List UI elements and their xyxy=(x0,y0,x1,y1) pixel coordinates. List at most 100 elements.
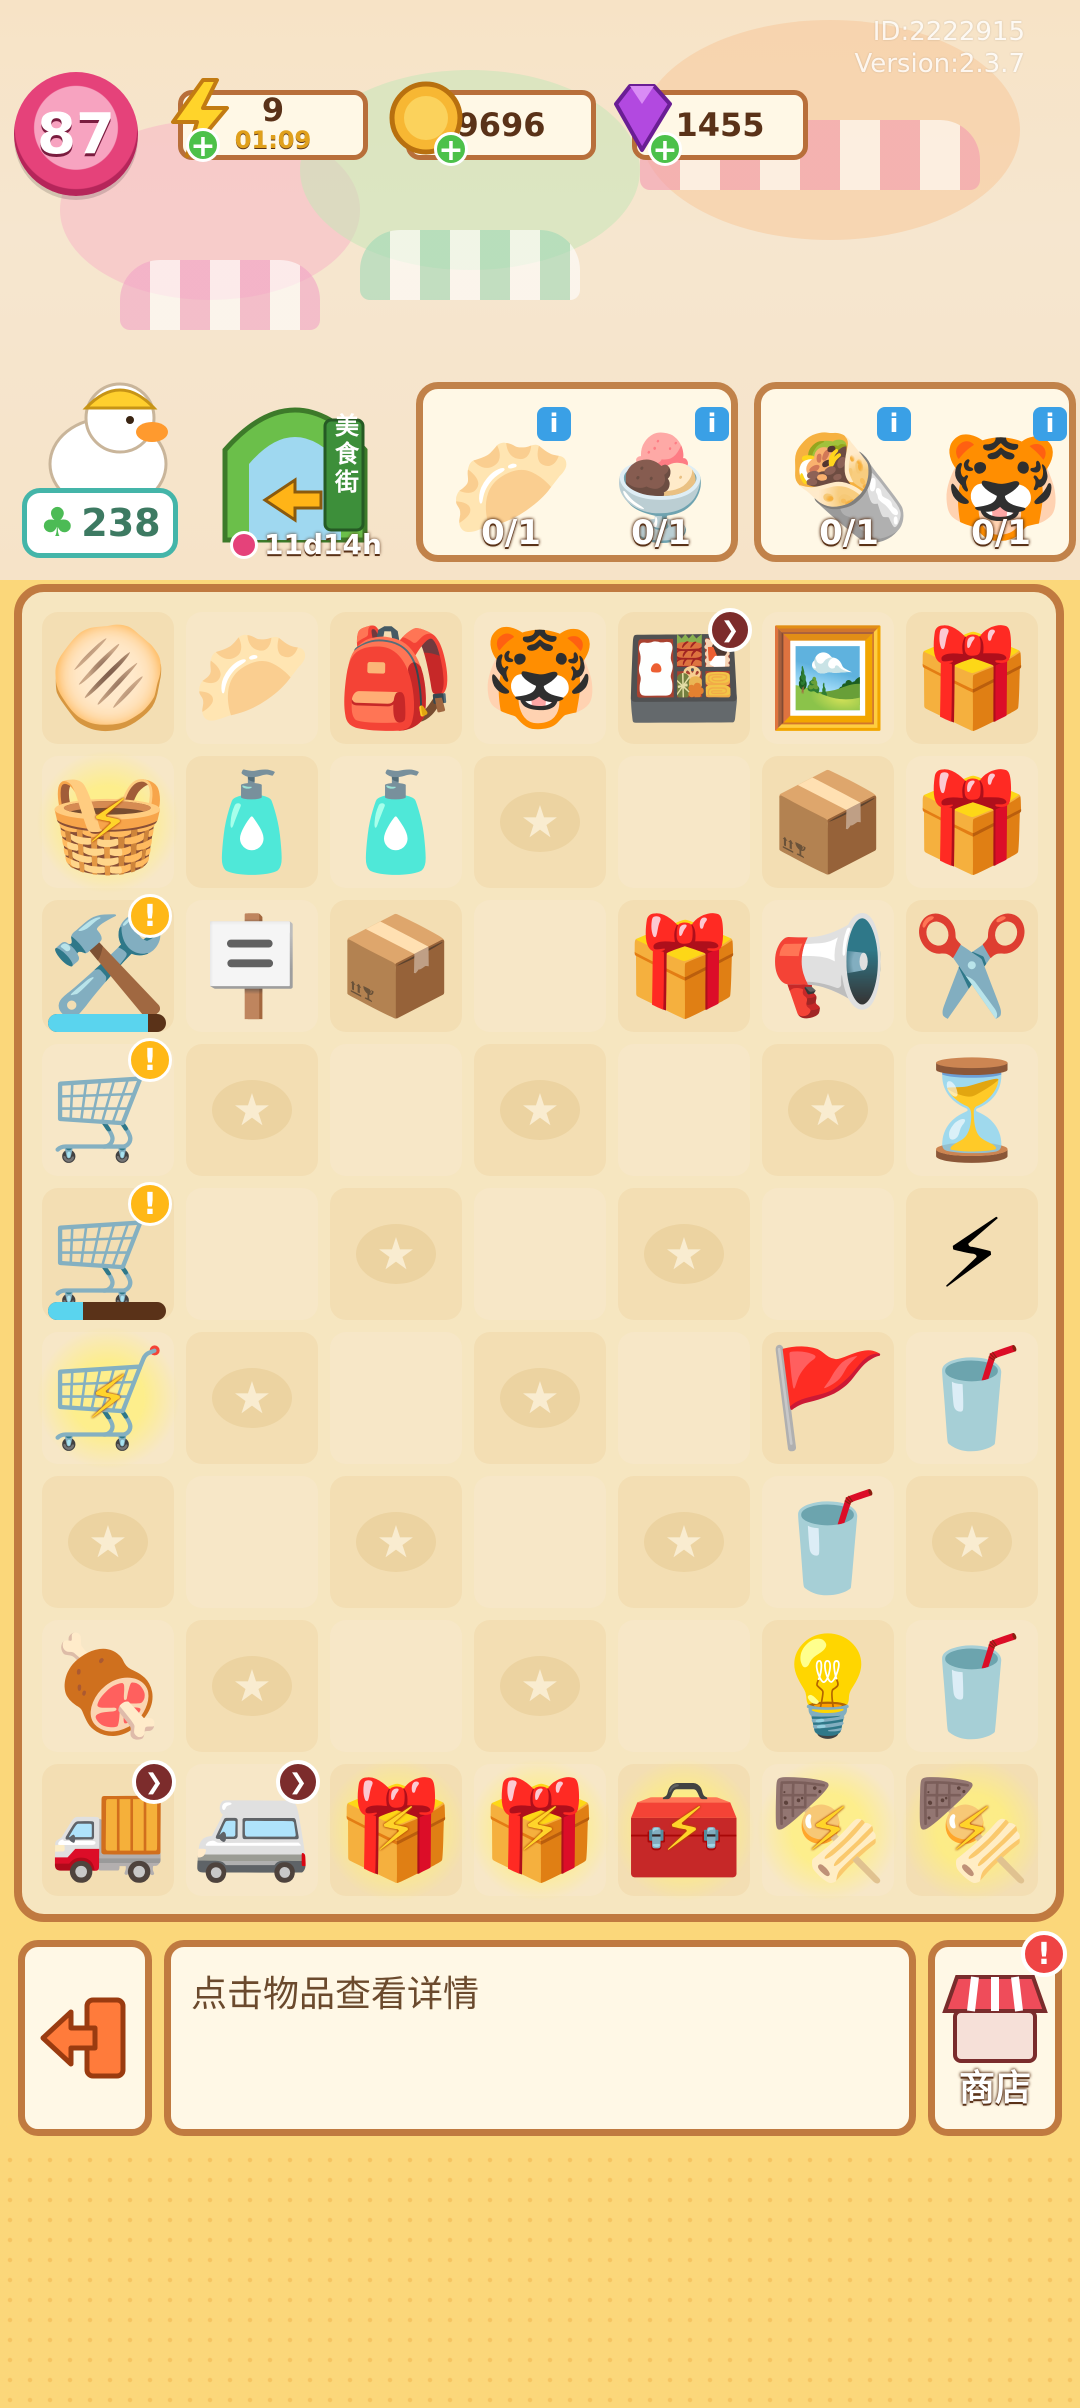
hourglass-bubble-icon: ⏳ xyxy=(912,1054,1032,1166)
board-cell xyxy=(324,1326,468,1470)
board-cell[interactable]: 📦 xyxy=(756,750,900,894)
level-badge[interactable]: 87 xyxy=(14,72,138,196)
board-cell[interactable]: 🫓 xyxy=(36,606,180,750)
board-cell[interactable]: 🛒! xyxy=(36,1182,180,1326)
energy-bubble-icon: ⚡ xyxy=(938,1198,1006,1310)
cell-tile xyxy=(618,1044,750,1176)
order-card-2[interactable]: 🌯 0/1 i 🐯 0/1 i xyxy=(754,382,1076,562)
sundae-cup-icon: 🥤 xyxy=(912,1630,1032,1742)
board-cell[interactable]: 🧴 xyxy=(324,750,468,894)
board-cell[interactable]: ⚡ xyxy=(900,1182,1044,1326)
board-cell[interactable]: 🍢 ⚡ xyxy=(900,1758,1044,1902)
board-cell[interactable]: 🚚 ❯ xyxy=(36,1758,180,1902)
order-card-1[interactable]: 🥟 0/1 i 🍨 0/1 i xyxy=(416,382,738,562)
board-cell xyxy=(324,1038,468,1182)
board-cell[interactable]: 🎁 xyxy=(900,606,1044,750)
board-cell[interactable]: 🎁 xyxy=(612,894,756,1038)
charge-progress-bar xyxy=(48,1302,166,1320)
board-cell[interactable]: 🪧 xyxy=(180,894,324,1038)
empty-slot-star-icon: ★ xyxy=(356,1224,436,1284)
board-cell[interactable]: 🥤 xyxy=(900,1326,1044,1470)
board-cell[interactable]: 🥤 xyxy=(900,1614,1044,1758)
empty-slot-star-icon: ★ xyxy=(500,1656,580,1716)
board-cell[interactable]: 🚐 ❯ xyxy=(180,1758,324,1902)
board-cell[interactable]: 🎒 xyxy=(324,606,468,750)
cell-tile xyxy=(618,1332,750,1464)
scissors-bubble-icon: ✂️ xyxy=(912,910,1032,1022)
board-cell[interactable]: 🥟 xyxy=(180,606,324,750)
player-info: ID:2222915 Version:2.3.7 xyxy=(854,16,1025,80)
clover-counter[interactable]: ♣ 238 xyxy=(22,488,178,558)
cell-tile xyxy=(330,1620,462,1752)
bottom-background xyxy=(0,2150,1080,2408)
board-cell[interactable]: 🛠️! xyxy=(36,894,180,1038)
clock-icon: ❯ xyxy=(276,1760,320,1804)
empty-slot-star-icon: ★ xyxy=(500,1368,580,1428)
board-cell[interactable]: 🎁 ⚡ xyxy=(468,1758,612,1902)
empty-slot-star-icon: ★ xyxy=(500,792,580,852)
board-cell[interactable]: 🧴 xyxy=(180,750,324,894)
clover-value: 238 xyxy=(81,501,161,545)
charge-progress-bar xyxy=(48,1014,166,1032)
tiger-plush-icon: 🐯 xyxy=(480,622,600,734)
board-cell[interactable]: 🍢 ⚡ xyxy=(756,1758,900,1902)
add-gems-button[interactable]: + xyxy=(648,132,682,167)
board-cell xyxy=(612,1614,756,1758)
board-cell[interactable]: 💡 xyxy=(756,1614,900,1758)
grill-icon: 🍖 xyxy=(48,1630,168,1742)
empty-slot-star-icon: ★ xyxy=(356,1512,436,1572)
board-cell[interactable]: 🎁 ⚡ xyxy=(324,1758,468,1902)
clock-icon xyxy=(230,530,258,559)
add-coins-button[interactable]: + xyxy=(434,132,468,167)
board-cell: ★ xyxy=(612,1182,756,1326)
info-icon[interactable]: i xyxy=(1033,407,1067,441)
info-icon[interactable]: i xyxy=(695,407,729,441)
board-cell[interactable]: 📢 xyxy=(756,894,900,1038)
board-cell[interactable]: 🖼️ xyxy=(756,606,900,750)
info-icon[interactable]: i xyxy=(537,407,571,441)
board-cell xyxy=(324,1614,468,1758)
board-cell[interactable]: 🧰 ⚡ xyxy=(612,1758,756,1902)
exit-button[interactable] xyxy=(18,1940,152,2136)
board-cell[interactable]: ✂️ xyxy=(900,894,1044,1038)
lightning-icon: ⚡ xyxy=(86,787,130,857)
board-cell[interactable]: ⏳ xyxy=(900,1038,1044,1182)
empty-slot-star-icon: ★ xyxy=(212,1080,292,1140)
lightning-icon: ⚡ xyxy=(950,1795,994,1865)
board-cell[interactable]: 🚩 xyxy=(756,1326,900,1470)
empty-slot-star-icon: ★ xyxy=(932,1512,1012,1572)
board-cell: ★ xyxy=(180,1326,324,1470)
board-cell[interactable]: 🥤 xyxy=(756,1470,900,1614)
board-cell[interactable]: 🎁 xyxy=(900,750,1044,894)
order-count: 0/1 xyxy=(631,513,691,553)
add-energy-button[interactable]: + xyxy=(186,128,220,163)
order-count: 0/1 xyxy=(481,513,541,553)
item-description: 点击物品查看详情 xyxy=(191,1974,480,2015)
board-cell[interactable]: 🍱 ❯ xyxy=(612,606,756,750)
board-cell[interactable]: 🍖 xyxy=(36,1614,180,1758)
empty-slot-star-icon: ★ xyxy=(212,1368,292,1428)
board-cell xyxy=(612,1326,756,1470)
board-cell[interactable]: 🛒! xyxy=(36,1038,180,1182)
cell-tile xyxy=(762,1188,894,1320)
gas-can-icon: 🧴 xyxy=(336,766,456,878)
board-cell[interactable]: 🛒 ⚡ xyxy=(36,1326,180,1470)
board-cell[interactable]: 📦 xyxy=(324,894,468,1038)
board-cell[interactable]: 🧺 ⚡ xyxy=(36,750,180,894)
shop-button[interactable]: 商店 ! xyxy=(928,1931,1067,2136)
bento-open-icon: 📦 xyxy=(768,766,888,878)
clock-icon: ❯ xyxy=(132,1760,176,1804)
empty-slot-star-icon: ★ xyxy=(68,1512,148,1572)
gem-value: 1455 xyxy=(675,106,765,144)
alert-icon: ! xyxy=(128,894,172,938)
photo-card-icon: 🖼️ xyxy=(768,622,888,734)
shop-label: 商店 xyxy=(958,2068,1031,2109)
info-icon[interactable]: i xyxy=(877,407,911,441)
cell-tile xyxy=(618,756,750,888)
open-sign-icon: 🪧 xyxy=(192,910,312,1022)
board-cell[interactable]: 🐯 xyxy=(468,606,612,750)
alert-icon: ! xyxy=(128,1182,172,1226)
empty-slot-star-icon: ★ xyxy=(644,1512,724,1572)
cell-tile xyxy=(186,1476,318,1608)
lightning-icon: ⚡ xyxy=(662,1795,706,1865)
